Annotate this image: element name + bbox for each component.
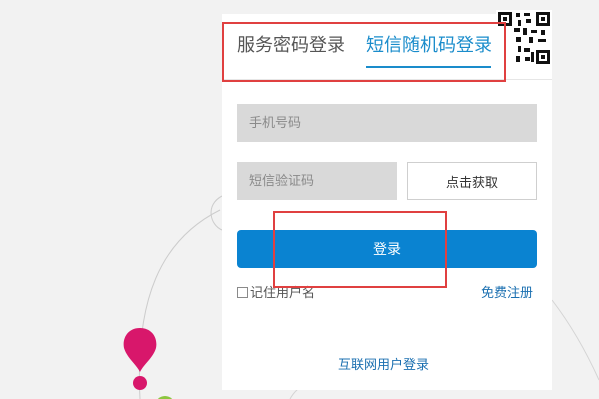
remember-checkbox[interactable] [237, 287, 248, 298]
sms-code-input[interactable] [237, 162, 397, 200]
tab-sms-login[interactable]: 短信随机码登录 [366, 34, 492, 58]
login-panel: 服务密码登录 短信随机码登录 [222, 14, 552, 390]
qr-code-icon[interactable] [496, 10, 552, 66]
remember-label: 记住用户名 [250, 286, 316, 301]
login-button[interactable]: 登录 [237, 230, 537, 268]
internet-user-login-link[interactable]: 互联网用户登录 [338, 357, 429, 375]
phone-number-input[interactable] [237, 104, 537, 142]
tab-password-login[interactable]: 服务密码登录 [237, 34, 345, 58]
remember-username[interactable]: 记住用户名 [237, 285, 315, 303]
register-link[interactable]: 免费注册 [481, 285, 533, 303]
map-pin-icon [123, 328, 157, 390]
get-code-button[interactable]: 点击获取 [407, 162, 537, 200]
active-tab-indicator [366, 66, 491, 68]
